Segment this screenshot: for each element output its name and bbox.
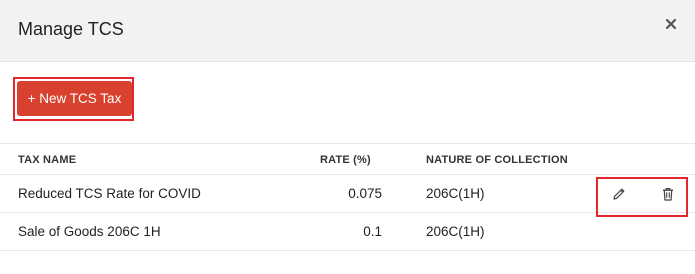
close-icon[interactable] xyxy=(664,17,678,31)
modal-title: Manage TCS xyxy=(18,19,124,39)
table-header: TAX NAME RATE (%) NATURE OF COLLECTION xyxy=(0,143,695,175)
modal-header: Manage TCS xyxy=(0,0,695,62)
column-header-nature: NATURE OF COLLECTION xyxy=(426,154,568,166)
tax-name-cell: Reduced TCS Rate for COVID xyxy=(18,186,201,201)
tcs-table: TAX NAME RATE (%) NATURE OF COLLECTION R… xyxy=(0,143,695,251)
rate-cell: 0.1 xyxy=(363,224,382,239)
tax-name-cell: Sale of Goods 206C 1H xyxy=(18,224,161,239)
nature-cell: 206C(1H) xyxy=(426,224,485,239)
nature-cell: 206C(1H) xyxy=(426,186,485,201)
table-row[interactable]: Reduced TCS Rate for COVID 0.075 206C(1H… xyxy=(0,175,695,217)
rate-cell: 0.075 xyxy=(348,186,382,201)
column-header-tax-name: TAX NAME xyxy=(18,154,77,166)
new-tcs-tax-button[interactable]: + New TCS Tax xyxy=(17,81,132,116)
table-row[interactable]: Sale of Goods 206C 1H 0.1 206C(1H) xyxy=(0,213,695,251)
column-header-rate: RATE (%) xyxy=(320,154,371,166)
trash-icon[interactable] xyxy=(660,186,676,202)
pencil-icon[interactable] xyxy=(611,186,627,202)
toolbar: + New TCS Tax xyxy=(0,62,695,143)
